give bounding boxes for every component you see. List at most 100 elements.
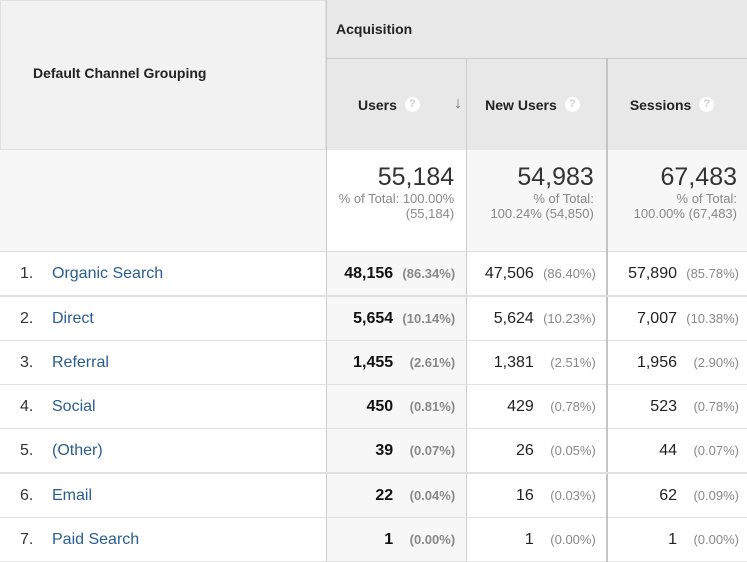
sessions-value: 57,890 — [628, 265, 677, 283]
users-pct: (86.34%) — [393, 266, 455, 281]
new-users-pct: (0.78%) — [534, 399, 596, 414]
table-row: 2.Direct5,654(10.14%)5,624(10.23%)7,007(… — [0, 296, 747, 341]
channel-link[interactable]: Email — [52, 487, 92, 504]
new-users-header-label: New Users — [485, 97, 557, 113]
dimension-header-label: Default Channel Grouping — [0, 65, 326, 81]
new-users-value: 429 — [507, 398, 534, 416]
totals-row: 55,184 % of Total: 100.00% (55,184) 54,9… — [0, 150, 747, 252]
users-value: 39 — [375, 442, 393, 460]
channel-link[interactable]: Organic Search — [52, 265, 163, 282]
sessions-header-label: Sessions — [630, 97, 691, 113]
new-users-pct: (2.51%) — [534, 355, 596, 370]
table-row: 3.Referral1,455(2.61%)1,381(2.51%)1,956(… — [0, 341, 747, 385]
users-header-label: Users — [358, 97, 397, 113]
users-cell: 450(0.81%) — [327, 385, 467, 429]
sessions-cell: 57,890(85.78%) — [607, 252, 747, 297]
table-row: 4.Social450(0.81%)429(0.78%)523(0.78%) — [0, 385, 747, 429]
channel-cell: 1.Organic Search — [0, 252, 327, 297]
users-value: 1 — [384, 531, 393, 549]
users-cell: 5,654(10.14%) — [327, 296, 467, 341]
channel-cell: 3.Referral — [0, 341, 327, 385]
users-pct: (0.00%) — [393, 532, 455, 547]
users-column-header[interactable]: Users? ↓ — [327, 59, 467, 151]
sessions-pct: (0.07%) — [677, 443, 739, 458]
table-row: 6.Email22(0.04%)16(0.03%)62(0.09%) — [0, 473, 747, 518]
table-row: 5.(Other)39(0.07%)26(0.05%)44(0.07%) — [0, 429, 747, 474]
new-users-total-pct: % of Total: — [467, 191, 594, 206]
totals-dimension-cell — [0, 150, 327, 252]
sessions-value: 1,956 — [637, 354, 677, 372]
sessions-value: 44 — [659, 442, 677, 460]
users-cell: 39(0.07%) — [327, 429, 467, 474]
sessions-cell: 523(0.78%) — [607, 385, 747, 429]
new-users-cell: 429(0.78%) — [467, 385, 607, 429]
sessions-pct: (0.09%) — [677, 488, 739, 503]
new-users-cell: 1,381(2.51%) — [467, 341, 607, 385]
new-users-cell: 1(0.00%) — [467, 518, 607, 562]
users-pct: (0.04%) — [393, 488, 455, 503]
question-icon[interactable]: ? — [565, 97, 580, 112]
users-pct: (10.14%) — [393, 311, 455, 326]
users-pct: (0.81%) — [393, 399, 455, 414]
sessions-cell: 1(0.00%) — [607, 518, 747, 562]
new-users-pct: (10.23%) — [534, 311, 596, 326]
sessions-cell: 44(0.07%) — [607, 429, 747, 474]
users-cell: 48,156(86.34%) — [327, 252, 467, 297]
sessions-value: 523 — [650, 398, 677, 416]
row-index: 4. — [0, 398, 52, 416]
row-index: 7. — [0, 531, 52, 549]
channel-cell: 6.Email — [0, 473, 327, 518]
channel-report-table: Default Channel Grouping Acquisition Use… — [0, 0, 747, 562]
sessions-pct: (0.78%) — [677, 399, 739, 414]
table-row: 7.Paid Search1(0.00%)1(0.00%)1(0.00%) — [0, 518, 747, 562]
new-users-cell: 26(0.05%) — [467, 429, 607, 474]
new-users-total-cell: 54,983 % of Total: 100.24% (54,850) — [467, 150, 607, 252]
sessions-value: 62 — [659, 487, 677, 505]
users-value: 5,654 — [353, 310, 393, 328]
sessions-pct: (10.38%) — [677, 311, 739, 326]
question-icon[interactable]: ? — [699, 97, 714, 112]
users-cell: 1,455(2.61%) — [327, 341, 467, 385]
channel-cell: 2.Direct — [0, 296, 327, 341]
users-cell: 1(0.00%) — [327, 518, 467, 562]
channel-cell: 5.(Other) — [0, 429, 327, 474]
new-users-value: 47,506 — [485, 265, 534, 283]
sessions-total-pct: % of Total: — [608, 191, 737, 206]
users-pct: (2.61%) — [393, 355, 455, 370]
new-users-pct: (0.05%) — [534, 443, 596, 458]
channel-link[interactable]: (Other) — [52, 442, 103, 459]
new-users-total-base: 100.24% (54,850) — [467, 206, 594, 221]
row-index: 3. — [0, 354, 52, 372]
sort-descending-icon[interactable]: ↓ — [454, 95, 462, 113]
sessions-column-header[interactable]: Sessions? — [607, 59, 747, 151]
sessions-total-cell: 67,483 % of Total: 100.00% (67,483) — [607, 150, 747, 252]
sessions-pct: (0.00%) — [677, 532, 739, 547]
channel-link[interactable]: Direct — [52, 310, 94, 327]
acquisition-group-header: Acquisition — [327, 0, 747, 59]
users-value: 1,455 — [353, 354, 393, 372]
row-index: 2. — [0, 310, 52, 328]
new-users-pct: (86.40%) — [534, 266, 596, 281]
new-users-pct: (0.00%) — [534, 532, 596, 547]
new-users-column-header[interactable]: New Users? — [467, 59, 607, 151]
sessions-total-base: 100.00% (67,483) — [608, 206, 737, 221]
row-index: 5. — [0, 442, 52, 460]
new-users-value: 16 — [516, 487, 534, 505]
table-row: 1.Organic Search48,156(86.34%)47,506(86.… — [0, 252, 747, 297]
users-total-base: (55,184) — [327, 206, 454, 221]
channel-link[interactable]: Paid Search — [52, 531, 139, 548]
new-users-pct: (0.03%) — [534, 488, 596, 503]
channel-link[interactable]: Social — [52, 398, 96, 415]
row-index: 6. — [0, 487, 52, 505]
sessions-cell: 62(0.09%) — [607, 473, 747, 518]
question-icon[interactable]: ? — [405, 97, 420, 112]
channel-cell: 4.Social — [0, 385, 327, 429]
new-users-value: 26 — [516, 442, 534, 460]
users-pct: (0.07%) — [393, 443, 455, 458]
dimension-header[interactable]: Default Channel Grouping — [0, 0, 327, 150]
sessions-value: 1 — [668, 531, 677, 549]
new-users-value: 1,381 — [494, 354, 534, 372]
users-total-pct: % of Total: 100.00% — [327, 191, 454, 206]
channel-link[interactable]: Referral — [52, 354, 109, 371]
new-users-cell: 47,506(86.40%) — [467, 252, 607, 297]
